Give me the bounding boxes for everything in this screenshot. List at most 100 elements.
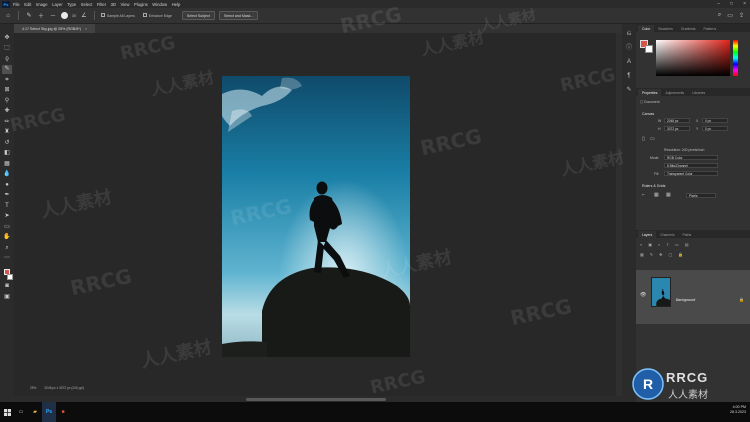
document-info[interactable]: 2048 px x 3072 px (240 ppi) [44, 386, 84, 390]
task-view-icon[interactable]: ▭ [14, 402, 28, 422]
menu-plugins[interactable]: Plugins [134, 2, 148, 7]
share-icon[interactable]: ⇪ [739, 12, 744, 19]
filter-shape-icon[interactable]: ▭ [675, 242, 679, 248]
background-color-swatch[interactable] [6, 273, 13, 280]
menu-filter[interactable]: Filter [97, 2, 106, 7]
clone-stamp-tool-icon[interactable]: ♜ [2, 128, 12, 136]
taskbar-photoshop-icon[interactable]: Ps [42, 402, 56, 422]
menu-file[interactable]: File [13, 2, 20, 7]
menu-help[interactable]: Help [172, 2, 181, 7]
marquee-tool-icon[interactable]: ⬚ [2, 44, 12, 52]
gradient-tool-icon[interactable]: ▦ [2, 160, 12, 168]
menu-view[interactable]: View [121, 2, 130, 7]
lock-brush-icon[interactable]: ✎ [650, 252, 653, 258]
lock-artboard-icon[interactable]: ▢ [669, 252, 673, 258]
menu-image[interactable]: Image [36, 2, 48, 7]
enhance-edge-checkbox[interactable]: Enhance Edge [142, 13, 172, 18]
eyedropper-tool-icon[interactable]: ⚲ [2, 97, 12, 105]
canvas-header[interactable]: Canvas [642, 112, 654, 116]
paragraph-panel-icon[interactable]: ¶ [625, 72, 633, 80]
frame-tool-icon[interactable]: ⊠ [2, 86, 12, 94]
width-field[interactable]: 2048 px [664, 118, 690, 123]
mode-select[interactable]: RGB Color [664, 155, 718, 160]
minimize-icon[interactable]: – [717, 1, 720, 7]
tab-layers[interactable]: Layers [638, 231, 657, 238]
background-color-swatch[interactable] [645, 45, 653, 53]
layer-row-background[interactable]: 👁 Background 🔒 [636, 270, 750, 324]
menu-edit[interactable]: Edit [24, 2, 31, 7]
home-icon[interactable]: ⌂ [4, 13, 12, 19]
windows-start-icon[interactable] [0, 402, 14, 422]
lasso-tool-icon[interactable]: ϙ [2, 55, 12, 63]
system-tray[interactable]: 4:00 PM 28.3.2023 [730, 405, 746, 415]
zoom-level[interactable]: 25% [30, 386, 36, 390]
lock-pixels-icon[interactable]: ▦ [640, 252, 644, 258]
filter-image-icon[interactable]: ▣ [648, 242, 652, 248]
menu-3d[interactable]: 3D [111, 2, 116, 7]
quick-selection-tool-icon[interactable]: ✎ [2, 65, 12, 74]
scrollbar-thumb[interactable] [246, 397, 386, 401]
bit-depth-select[interactable]: 8 Bits/Channel [664, 163, 718, 168]
screen-mode-icon[interactable]: ▣ [2, 293, 12, 301]
menu-type[interactable]: Type [67, 2, 76, 7]
select-and-mask-button[interactable]: Select and Mask... [218, 11, 259, 20]
rectangle-tool-icon[interactable]: ▭ [2, 223, 12, 231]
more-tools-icon[interactable]: ⋯ [2, 254, 12, 262]
close-tab-icon[interactable]: × [85, 26, 87, 31]
tab-channels[interactable]: Channels [656, 231, 678, 238]
tab-gradients[interactable]: Gradients [677, 25, 700, 32]
path-selection-tool-icon[interactable]: ➤ [2, 212, 12, 220]
color-picker-field[interactable] [656, 40, 730, 76]
visibility-eye-icon[interactable]: 👁 [640, 292, 646, 298]
x-field[interactable]: 0 px [702, 118, 728, 123]
fill-select[interactable]: Transparent Color [664, 171, 718, 176]
file-explorer-icon[interactable]: ▰ [28, 402, 42, 422]
menu-layer[interactable]: Layer [52, 2, 62, 7]
ruler-icon[interactable]: ⌐ [642, 192, 645, 198]
info-panel-icon[interactable]: ⓘ [625, 44, 633, 52]
history-brush-tool-icon[interactable]: ↺ [2, 139, 12, 147]
brush-size-value[interactable]: 30 [72, 14, 76, 18]
canvas-area[interactable]: 25% 2048 px x 3072 px (240 ppi) [14, 33, 622, 396]
angle-icon[interactable]: ∠ [80, 12, 88, 19]
type-tool-icon[interactable]: T [2, 202, 12, 210]
close-icon[interactable]: × [743, 1, 746, 7]
filter-adjust-icon[interactable]: ◐ [658, 242, 660, 248]
brush-settings-icon[interactable]: ✎ [625, 86, 633, 94]
dodge-tool-icon[interactable]: ● [2, 181, 12, 189]
menu-window[interactable]: Window [152, 2, 167, 7]
lock-move-icon[interactable]: ✥ [659, 252, 662, 258]
quick-selection-tool-icon[interactable]: ✎ [25, 12, 33, 19]
filter-search-icon[interactable]: ⌕ [640, 242, 642, 248]
tab-paths[interactable]: Paths [679, 231, 696, 238]
move-tool-icon[interactable]: ✥ [2, 34, 12, 42]
brush-tool-icon[interactable]: ✏ [2, 118, 12, 126]
portrait-icon[interactable]: ▯ [642, 136, 645, 142]
tab-adjustments[interactable]: Adjustments [661, 89, 688, 96]
search-icon[interactable]: ⌕ [718, 12, 721, 19]
checkbox-icon[interactable] [142, 13, 147, 17]
document-image[interactable] [222, 76, 410, 357]
document-tab[interactable]: 4.17 Select Sky.jpg @ 25% (RGB/8*) × [14, 24, 96, 33]
height-field[interactable]: 3072 px [664, 126, 690, 131]
add-to-selection-icon[interactable]: ＋ [37, 11, 45, 20]
checkbox-icon[interactable] [100, 13, 105, 17]
guides-icon[interactable]: ▦ [666, 192, 671, 198]
y-field[interactable]: 0 px [702, 126, 728, 131]
healing-brush-tool-icon[interactable]: ✚ [2, 107, 12, 115]
filter-smart-icon[interactable]: ▤ [685, 242, 689, 248]
tab-libraries[interactable]: Libraries [688, 89, 709, 96]
hand-tool-icon[interactable]: ✋ [2, 233, 12, 241]
lock-all-icon[interactable]: 🔒 [678, 252, 683, 258]
landscape-icon[interactable]: ▭ [650, 136, 655, 142]
workspace-icon[interactable]: ▭ [727, 12, 733, 19]
blur-tool-icon[interactable]: 💧 [2, 170, 12, 178]
rulers-and-grids-header[interactable]: Rulers & Grids [642, 184, 665, 188]
taskbar-app-icon[interactable]: ■ [56, 402, 70, 422]
subtract-from-selection-icon[interactable]: － [49, 11, 57, 20]
zoom-tool-icon[interactable]: ⌕ [2, 244, 12, 252]
select-subject-button[interactable]: Select Subject [181, 11, 215, 20]
history-panel-icon[interactable]: ⎌ [625, 30, 633, 38]
sample-all-layers-checkbox[interactable]: Sample All Layers [100, 13, 135, 18]
tab-color[interactable]: Color [638, 25, 655, 32]
